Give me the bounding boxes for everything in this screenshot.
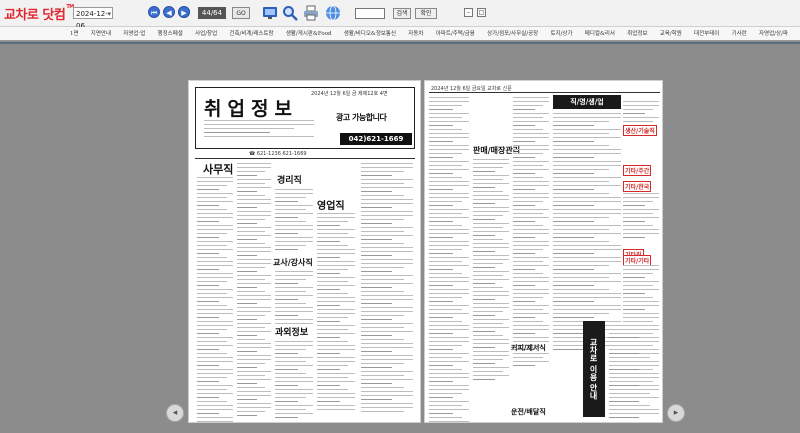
section-sales: 영업직 xyxy=(317,201,345,212)
text-block xyxy=(623,193,659,241)
print-icon[interactable] xyxy=(303,5,319,21)
tag-production: 생산/기술직 xyxy=(623,125,657,136)
menu-divider xyxy=(0,42,800,44)
zoom-icon[interactable] xyxy=(282,5,298,21)
text-block xyxy=(237,163,271,419)
text-block xyxy=(361,163,413,415)
text-block xyxy=(623,101,659,125)
section-coffee: 커피/제서식 xyxy=(511,343,546,352)
ad-phone: 042)621-1669 xyxy=(340,133,412,145)
menu-item[interactable]: 교육/학원 xyxy=(660,27,682,40)
menu-item[interactable]: 생활/비디오&정보통신 xyxy=(344,27,396,40)
text-block xyxy=(317,213,355,413)
menu-item[interactable]: 상가/점포/사무실/공장 xyxy=(487,27,538,40)
prev-page-icon[interactable]: ◀ xyxy=(163,6,175,18)
header-rule xyxy=(195,158,415,159)
page-header-box: 2024년 12월 6일 금 제제12호 4면 취업정보 광고 가능합니다 04… xyxy=(195,87,415,149)
menu-item[interactable]: 지면안내 xyxy=(91,27,111,40)
section-accounting: 경리직 xyxy=(277,176,302,186)
globe-icon[interactable] xyxy=(325,5,341,21)
first-page-icon[interactable]: ⏮ xyxy=(148,6,160,18)
side-ad: 교차로 이용 안내 xyxy=(583,321,605,417)
text-block xyxy=(197,177,233,422)
phone-strip: ☎ 621-1236 621-1669 xyxy=(249,151,307,157)
page-title: 취업정보 xyxy=(204,98,298,120)
monitor-icon[interactable] xyxy=(262,5,278,21)
text-block xyxy=(275,189,313,253)
confirm-button[interactable]: 확인 xyxy=(415,8,437,19)
right-header-rule xyxy=(429,92,660,93)
menu-item[interactable]: 생활/게시판&Food xyxy=(286,27,332,40)
menu-item[interactable]: 건축/비계/레스토랑 xyxy=(229,27,273,40)
minimize-icon[interactable]: – xyxy=(464,8,473,17)
text-block xyxy=(513,97,549,369)
section-office: 사무직 xyxy=(203,163,234,176)
header-date: 2024년 12월 6일 금 제제12호 4면 xyxy=(311,91,388,97)
prev-page-button[interactable]: ◂ xyxy=(166,404,184,422)
next-page-button[interactable]: ▸ xyxy=(667,404,685,422)
menu-item[interactable]: 행정스페셜 xyxy=(158,27,183,40)
header-text-block xyxy=(204,120,314,140)
go-button[interactable]: GO xyxy=(232,7,250,19)
text-block xyxy=(275,271,313,327)
text-block xyxy=(473,159,509,383)
menu-item[interactable]: 사업/창업 xyxy=(195,27,217,40)
tag-misc-1: 기타/주간 xyxy=(623,165,652,176)
next-page-icon[interactable]: ▶ xyxy=(178,6,190,18)
section-driver: 운전/배달직 xyxy=(511,407,546,416)
search-button[interactable]: 검색 xyxy=(393,8,411,19)
restore-icon[interactable]: □ xyxy=(477,8,486,17)
newspaper-left-page[interactable]: 2024년 12월 6일 금 제제12호 4면 취업정보 광고 가능합니다 04… xyxy=(188,80,421,423)
section-teacher: 교사/강사직 xyxy=(273,257,313,267)
text-block xyxy=(275,341,313,421)
menu-item[interactable]: 기사란 xyxy=(732,27,747,40)
menu-item[interactable]: 1면 xyxy=(70,27,79,40)
ad-text: 광고 가능합니다 xyxy=(336,113,387,122)
menu-item[interactable]: 대전부테이 xyxy=(694,27,719,40)
page-indicator: 44/64 xyxy=(198,7,226,19)
top-toolbar: 교차로 닷컴TM 2024-12-06 ⏮ ◀ ▶ ▶ 44/64 GO 검색 … xyxy=(0,0,800,30)
right-header-text: 2024년 12월 6일 금요일 교차로 신문 xyxy=(431,86,512,92)
site-logo[interactable]: 교차로 닷컴TM xyxy=(4,4,74,23)
menu-item[interactable]: 토지/상가 xyxy=(550,27,572,40)
banner-title: 직/영/생/업 xyxy=(553,95,621,109)
menu-item[interactable]: 자동차 xyxy=(408,27,423,40)
tag-misc-2: 기타/한국 xyxy=(623,181,652,192)
search-input[interactable] xyxy=(355,8,385,19)
menu-item[interactable]: 자영업·업 xyxy=(123,27,145,40)
section-menu: 1면 지면안내 자영업·업 행정스페셜 사업/창업 건축/비계/레스토랑 생활/게시판&Fo… xyxy=(0,27,800,41)
menu-item[interactable]: 아파트/주택/금융 xyxy=(436,27,475,40)
date-select[interactable]: 2024-12-06 xyxy=(73,7,113,30)
newspaper-right-page[interactable]: 2024년 12월 6일 금요일 교차로 신문 판매/매장관리 커피/제서식 운… xyxy=(424,80,663,423)
text-block xyxy=(553,113,621,353)
menu-item[interactable]: 메디컬&리서 xyxy=(585,27,615,40)
menu-item[interactable]: 자영업/상/파 xyxy=(759,27,788,40)
menu-item[interactable]: 취업정보 xyxy=(627,27,647,40)
text-block xyxy=(609,325,659,421)
section-tutoring: 과외정보 xyxy=(275,328,309,338)
text-block xyxy=(429,97,469,422)
